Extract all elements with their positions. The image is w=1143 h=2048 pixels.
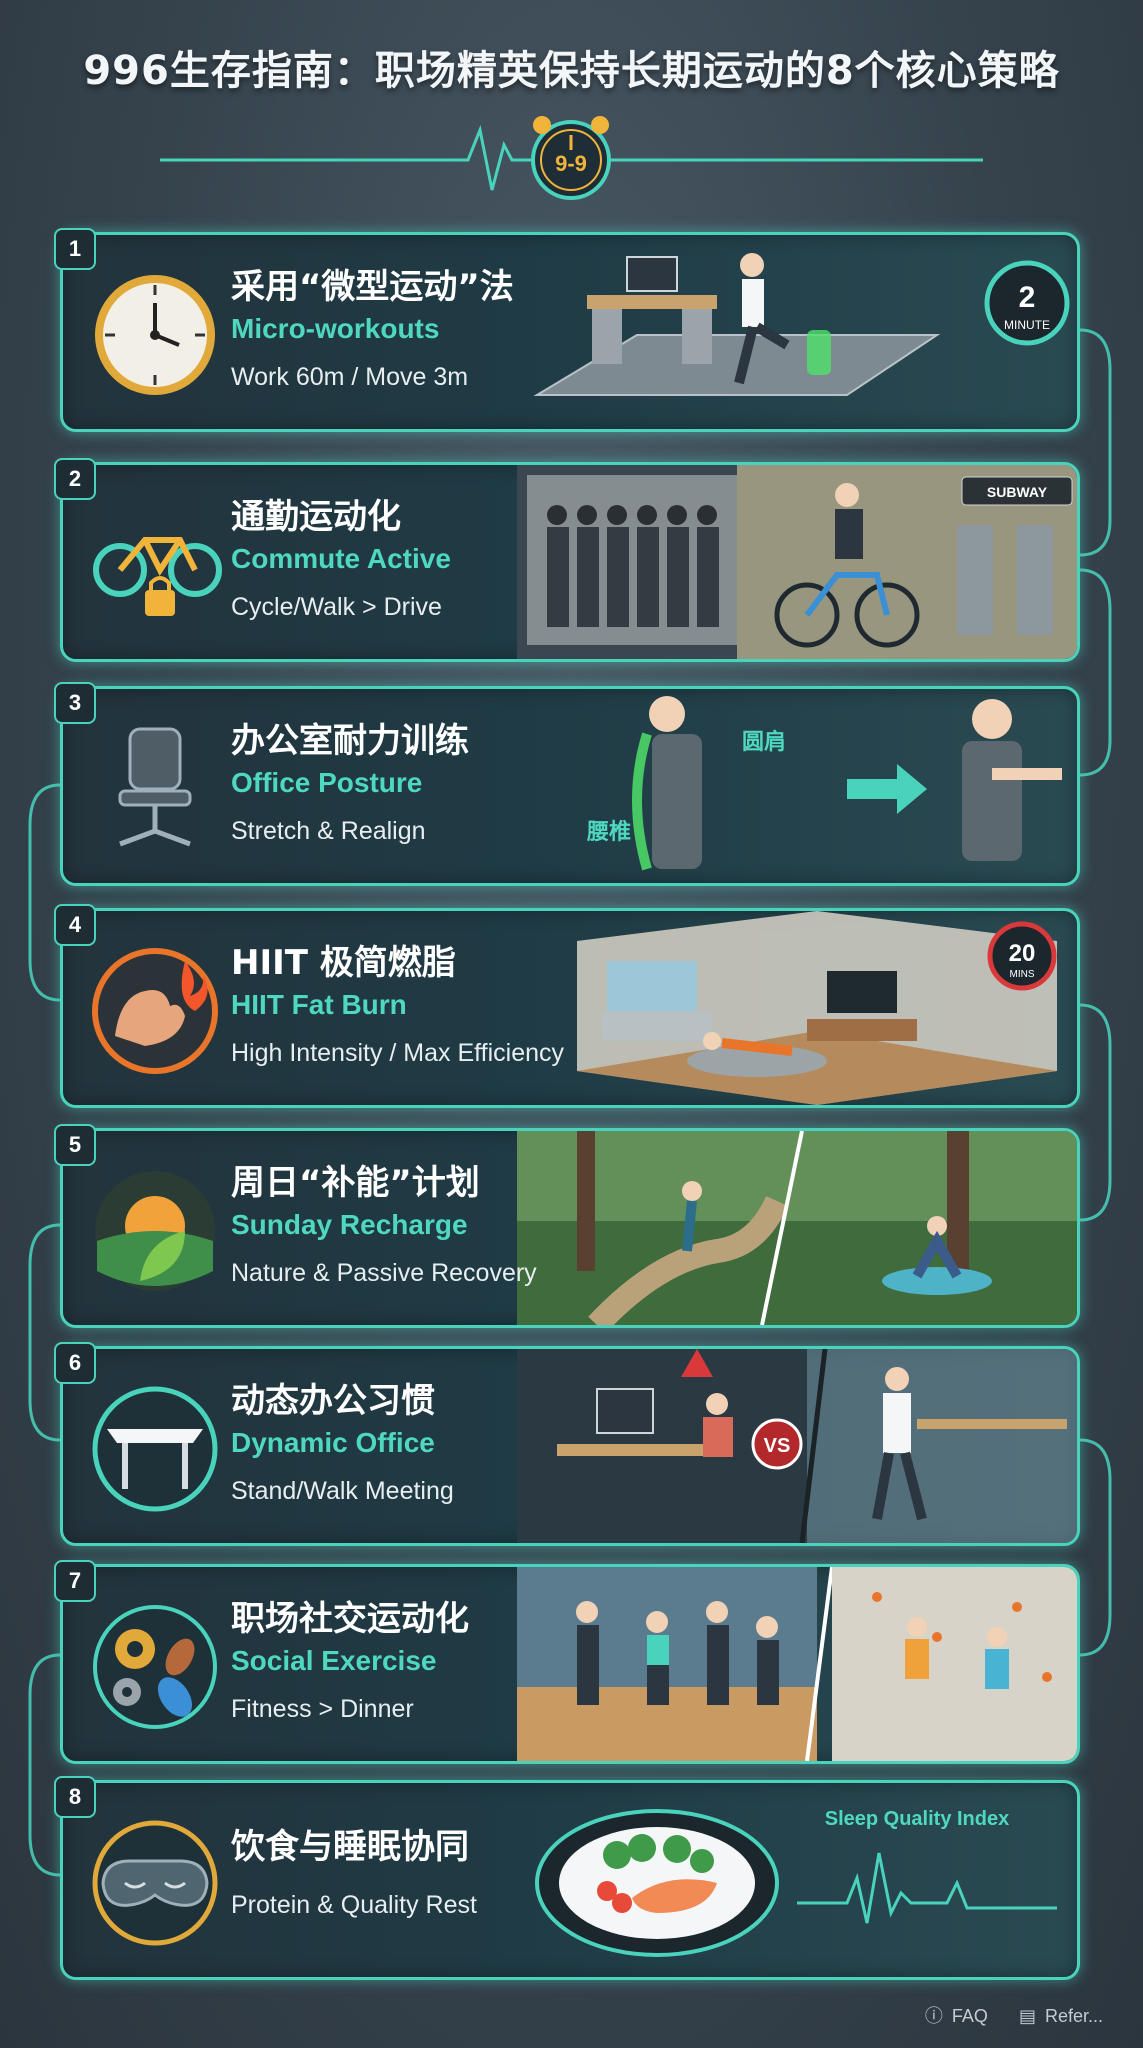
step-number-badge: 2 <box>54 458 96 500</box>
strategy-card-diet-sleep: 饮食与睡眠协同 Protein & Quality Rest Sleep Qua… <box>60 1780 1080 1980</box>
page-title: 996生存指南：职场精英保持长期运动的8个核心策略 <box>83 48 1060 94</box>
strategy-title-zh: 饮食与睡眠协同 <box>231 1827 469 1867</box>
bicycle-lock-icon <box>93 537 222 616</box>
strategy-title-en: Micro-workouts <box>231 313 440 344</box>
strategy-title-en: HIIT Fat Burn <box>231 989 407 1020</box>
step-number-badge: 5 <box>54 1124 96 1166</box>
step-number-badge: 7 <box>54 1560 96 1602</box>
strategy-card-hiit-fat-burn: HIIT 极简燃脂 HIIT Fat Burn High Intensity /… <box>60 908 1080 1108</box>
strategy-card-office-posture: 办公室耐力训练 Office Posture Stretch & Realign… <box>60 686 1080 886</box>
sunrise-leaf-icon <box>95 1171 215 1291</box>
strategy-title-en: Dynamic Office <box>231 1427 435 1458</box>
heartbeat-clock-header: 9-9 <box>160 116 983 200</box>
svg-text:SUBWAY: SUBWAY <box>987 484 1048 500</box>
svg-text:圆肩: 圆肩 <box>742 729 786 755</box>
strategy-title-en: Commute Active <box>231 543 451 574</box>
svg-text:20: 20 <box>1009 940 1036 967</box>
strategy-subtitle: Protein & Quality Rest <box>231 1891 477 1919</box>
strategy-subtitle: Fitness > Dinner <box>231 1695 414 1723</box>
strategy-title-zh: 动态办公习惯 <box>231 1381 435 1421</box>
strategy-title-en: Social Exercise <box>231 1645 437 1676</box>
strategy-title-zh: 通勤运动化 <box>231 497 401 537</box>
svg-text:2: 2 <box>1019 281 1036 314</box>
strategy-subtitle: Nature & Passive Recovery <box>231 1259 537 1287</box>
step-number-badge: 8 <box>54 1776 96 1818</box>
clock-icon <box>95 275 215 395</box>
flexed-arm-flame-icon <box>92 948 218 1074</box>
strategy-card-micro-workouts: 采用“微型运动”法 Micro-workouts Work 60m / Move… <box>60 232 1080 432</box>
strategy-subtitle: Work 60m / Move 3m <box>231 363 469 391</box>
strategy-title-zh: 办公室耐力训练 <box>231 721 469 761</box>
office-chair-icon <box>118 727 192 847</box>
footer: ⓘ FAQ ▤ Refer... <box>899 2002 1103 2028</box>
strategy-title-en: Sunday Recharge <box>231 1209 468 1240</box>
reference-link[interactable]: ▤ Refer... <box>1019 2006 1103 2026</box>
strategy-subtitle: Stretch & Realign <box>231 817 426 845</box>
strategy-subtitle: High Intensity / Max Efficiency <box>231 1039 565 1067</box>
strategy-title-zh: 周日“补能”计划 <box>231 1163 480 1203</box>
strategy-card-sunday-recharge: 周日“补能”计划 Sunday Recharge Nature & Passiv… <box>60 1128 1080 1328</box>
step-number-badge: 1 <box>54 228 96 270</box>
step-number-badge: 6 <box>54 1342 96 1384</box>
faq-link[interactable]: ⓘ FAQ <box>925 2006 988 2026</box>
svg-text:VS: VS <box>764 1435 791 1457</box>
strategy-title-zh: HIIT 极简燃脂 <box>231 943 456 983</box>
strategy-card-commute-active: 通勤运动化 Commute Active Cycle/Walk > Drive … <box>60 462 1080 662</box>
strategy-subtitle: Stand/Walk Meeting <box>231 1477 454 1505</box>
step-number-badge: 4 <box>54 904 96 946</box>
sleep-mask-icon <box>92 1820 218 1946</box>
svg-text:9-9: 9-9 <box>555 151 587 176</box>
standing-desk-icon <box>92 1386 218 1512</box>
step-number-badge: 3 <box>54 682 96 724</box>
strategy-title-en: Office Posture <box>231 767 423 798</box>
strategy-card-social-exercise: 职场社交运动化 Social Exercise Fitness > Dinner <box>60 1564 1080 1764</box>
strategy-subtitle: Cycle/Walk > Drive <box>231 593 442 621</box>
gears-sports-icon <box>93 1605 217 1729</box>
svg-text:Sleep Quality Index: Sleep Quality Index <box>825 1808 1010 1830</box>
strategy-title-zh: 职场社交运动化 <box>231 1599 469 1639</box>
strategy-card-dynamic-office: 动态办公习惯 Dynamic Office Stand/Walk Meeting… <box>60 1346 1080 1546</box>
strategy-title-zh: 采用“微型运动”法 <box>231 267 514 307</box>
svg-text:MINUTE: MINUTE <box>1004 318 1050 332</box>
svg-text:MINS: MINS <box>1010 969 1035 980</box>
